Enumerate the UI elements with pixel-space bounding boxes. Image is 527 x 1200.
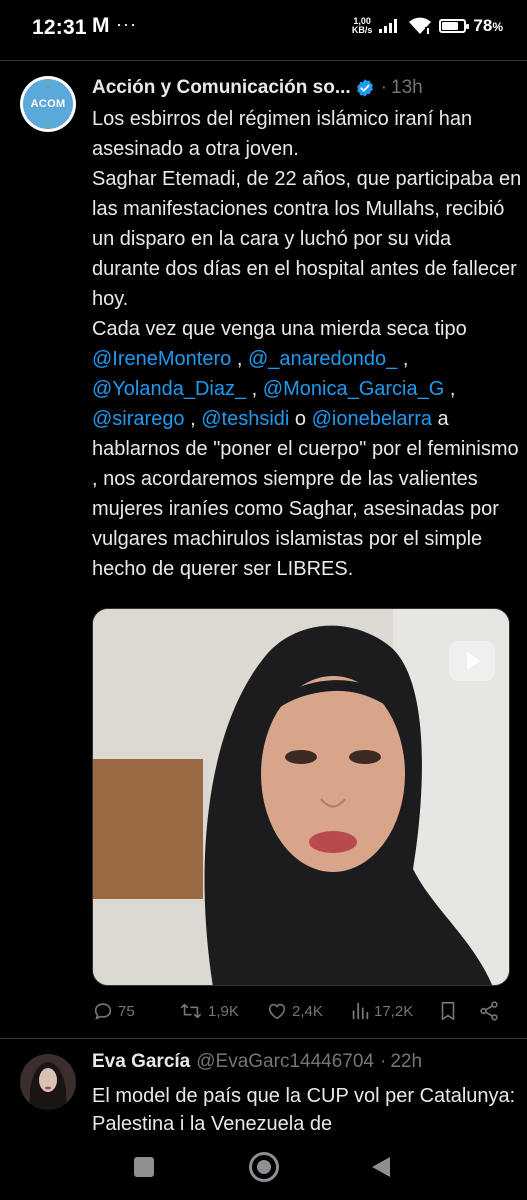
tweet-text-part: , <box>449 378 456 400</box>
mcdonalds-icon: M <box>92 14 110 37</box>
retweet-button[interactable]: 1,9K <box>178 1000 239 1022</box>
views-button[interactable]: 17,2K <box>350 1000 413 1022</box>
retweet-count: 1,9K <box>208 1002 239 1020</box>
share-icon <box>480 1001 498 1021</box>
avatar[interactable]: ACOM <box>20 76 76 132</box>
separator-dot: · <box>380 1051 387 1072</box>
reply-count: 75 <box>118 1002 135 1020</box>
tweet-text-part: , <box>246 378 263 400</box>
views-icon <box>352 1002 369 1020</box>
network-speed-unit: KB/s <box>351 25 373 35</box>
tweet-header: Eva García @EvaGarc14446704 · 22h <box>92 1050 512 1074</box>
more-notifications-icon: ··· <box>116 14 137 34</box>
like-button[interactable]: 2,4K <box>266 1000 323 1022</box>
heart-icon <box>268 1003 286 1020</box>
tweet-time[interactable]: 22h <box>390 1050 422 1074</box>
status-right: 1,00 KB/s 78% <box>352 16 503 36</box>
mention-link[interactable]: @IreneMontero <box>92 348 231 370</box>
tweet-actions: 75 1,9K 2,4K 17,2K <box>92 1000 512 1028</box>
mention-link[interactable]: @_anaredondo_ <box>248 348 397 370</box>
tweet-text: Los esbirros del régimen islámico iraní … <box>92 104 522 584</box>
tweet-text-part: , <box>184 408 202 430</box>
battery-fill <box>442 22 459 30</box>
tweet-text-part: , <box>402 348 409 370</box>
author-handle[interactable]: @EvaGarc14446704 <box>196 1050 374 1074</box>
signal-icon <box>379 19 398 33</box>
avatar-logo: ACOM <box>23 79 73 129</box>
tweet-text-part: , <box>231 348 248 370</box>
separator-dot: · <box>380 77 387 98</box>
reply-icon <box>94 1003 112 1020</box>
divider <box>0 60 527 61</box>
network-speed: 1,00 KB/s <box>352 17 373 35</box>
photo-portrait <box>93 609 509 985</box>
like-count: 2,4K <box>292 1002 323 1020</box>
battery-unit: % <box>492 20 503 34</box>
mention-link[interactable]: @sirarego <box>92 408 185 430</box>
avatar[interactable] <box>20 1054 76 1110</box>
mention-link[interactable]: @Monica_Garcia_G <box>263 378 444 400</box>
battery-percent: 78% <box>473 16 503 36</box>
mention-link[interactable]: @Yolanda_Diaz_ <box>92 378 246 400</box>
wifi-icon <box>409 17 432 34</box>
tweet-text-part: Los esbirros del régimen islámico iraní … <box>92 108 522 340</box>
tweet-text: El model de país que la CUP vol per Cata… <box>92 1085 516 1135</box>
tweet-media[interactable] <box>92 608 510 986</box>
recents-button[interactable] <box>134 1157 154 1177</box>
verified-badge-icon <box>356 79 373 97</box>
tweet-text-part: a hablarnos de "poner el cuerpo" por el … <box>92 408 519 580</box>
bookmark-icon <box>441 1001 455 1021</box>
author-name[interactable]: Acción y Comunicación so... <box>92 76 351 100</box>
video-play-icon[interactable] <box>449 641 495 681</box>
mention-link[interactable]: @ionebelarra <box>312 408 432 430</box>
tweet-text-part: o <box>289 408 312 430</box>
bookmark-button[interactable] <box>438 1000 458 1022</box>
tweet-time[interactable]: 13h <box>391 76 423 100</box>
battery-value: 78 <box>473 16 493 35</box>
battery-icon <box>439 19 470 33</box>
views-count: 17,2K <box>374 1002 414 1020</box>
back-button[interactable] <box>372 1157 390 1177</box>
retweet-icon <box>181 1003 201 1019</box>
mention-link[interactable]: @teshsidi <box>201 408 289 430</box>
status-bar: 12:31 M ··· 1,00 KB/s 78% <box>0 0 527 60</box>
system-nav-bar <box>0 1132 527 1200</box>
author-name[interactable]: Eva García <box>92 1050 190 1074</box>
divider <box>0 1038 527 1039</box>
tweet-header: Acción y Comunicación so... · 13h <box>92 76 512 100</box>
home-button[interactable] <box>249 1152 279 1182</box>
share-button[interactable] <box>478 1000 500 1022</box>
avatar-photo <box>20 1054 76 1110</box>
reply-button[interactable]: 75 <box>92 1000 135 1022</box>
status-time: 12:31 <box>32 16 87 39</box>
